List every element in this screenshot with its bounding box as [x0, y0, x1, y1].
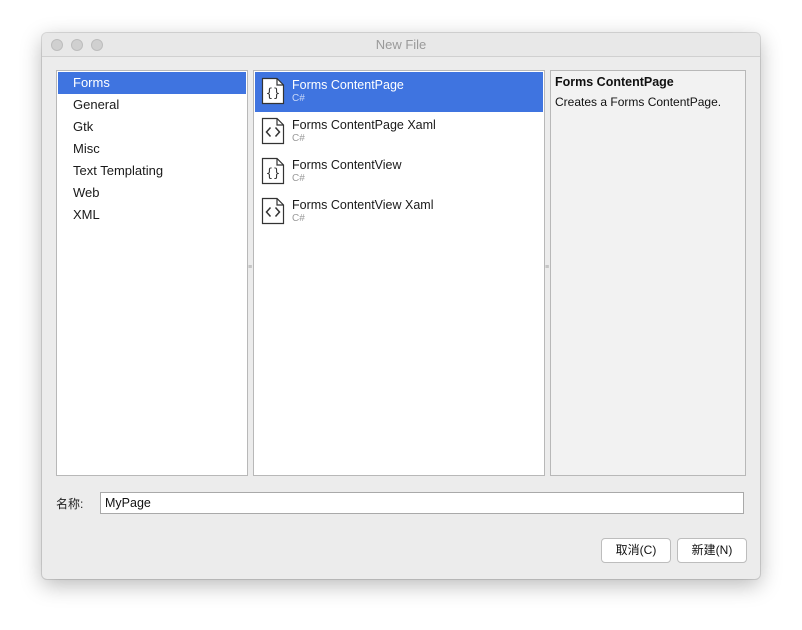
splitter-handle-left[interactable]: ≡	[248, 264, 252, 274]
svg-text:{}: {}	[266, 86, 280, 100]
cancel-button[interactable]: 取消(C)	[601, 538, 671, 563]
template-item-forms-contentpage-xaml[interactable]: Forms ContentPage Xaml C#	[255, 112, 543, 152]
template-language: C#	[292, 93, 305, 104]
window-title: New File	[375, 37, 427, 52]
new-button[interactable]: 新建(N)	[677, 538, 747, 563]
template-language: C#	[292, 133, 305, 144]
template-item-forms-contentview-xaml[interactable]: Forms ContentView Xaml C#	[255, 192, 543, 232]
template-list: {} Forms ContentPage C# Forms ContentPag…	[253, 70, 545, 476]
markup-file-icon	[261, 197, 285, 225]
title-bar: New File	[42, 33, 760, 57]
category-item-web[interactable]: Web	[58, 182, 246, 204]
category-item-text-templating[interactable]: Text Templating	[58, 160, 246, 182]
description-text: Creates a Forms ContentPage.	[555, 95, 722, 109]
category-item-general[interactable]: General	[58, 94, 246, 116]
template-name: Forms ContentPage	[292, 78, 404, 92]
description-title: Forms ContentPage	[555, 75, 674, 89]
new-file-dialog: New File Forms General Gtk Misc Text Tem…	[42, 33, 760, 579]
category-item-misc[interactable]: Misc	[58, 138, 246, 160]
code-file-icon: {}	[261, 157, 285, 185]
code-file-icon: {}	[261, 77, 285, 105]
markup-file-icon	[261, 117, 285, 145]
template-name: Forms ContentPage Xaml	[292, 118, 436, 132]
splitter-handle-right[interactable]: ≡	[545, 264, 549, 274]
category-item-gtk[interactable]: Gtk	[58, 116, 246, 138]
category-item-xml[interactable]: XML	[58, 204, 246, 226]
file-name-input[interactable]	[100, 492, 744, 514]
name-label: 名称:	[56, 497, 84, 511]
category-item-forms[interactable]: Forms	[58, 72, 246, 94]
template-name: Forms ContentView Xaml	[292, 198, 434, 212]
svg-text:{}: {}	[266, 166, 280, 180]
template-item-forms-contentpage[interactable]: {} Forms ContentPage C#	[255, 72, 543, 112]
template-language: C#	[292, 213, 305, 224]
template-name: Forms ContentView	[292, 158, 402, 172]
template-item-forms-contentview[interactable]: {} Forms ContentView C#	[255, 152, 543, 192]
category-list: Forms General Gtk Misc Text Templating W…	[56, 70, 248, 476]
template-language: C#	[292, 173, 305, 184]
description-panel: Forms ContentPage Creates a Forms Conten…	[550, 70, 746, 476]
